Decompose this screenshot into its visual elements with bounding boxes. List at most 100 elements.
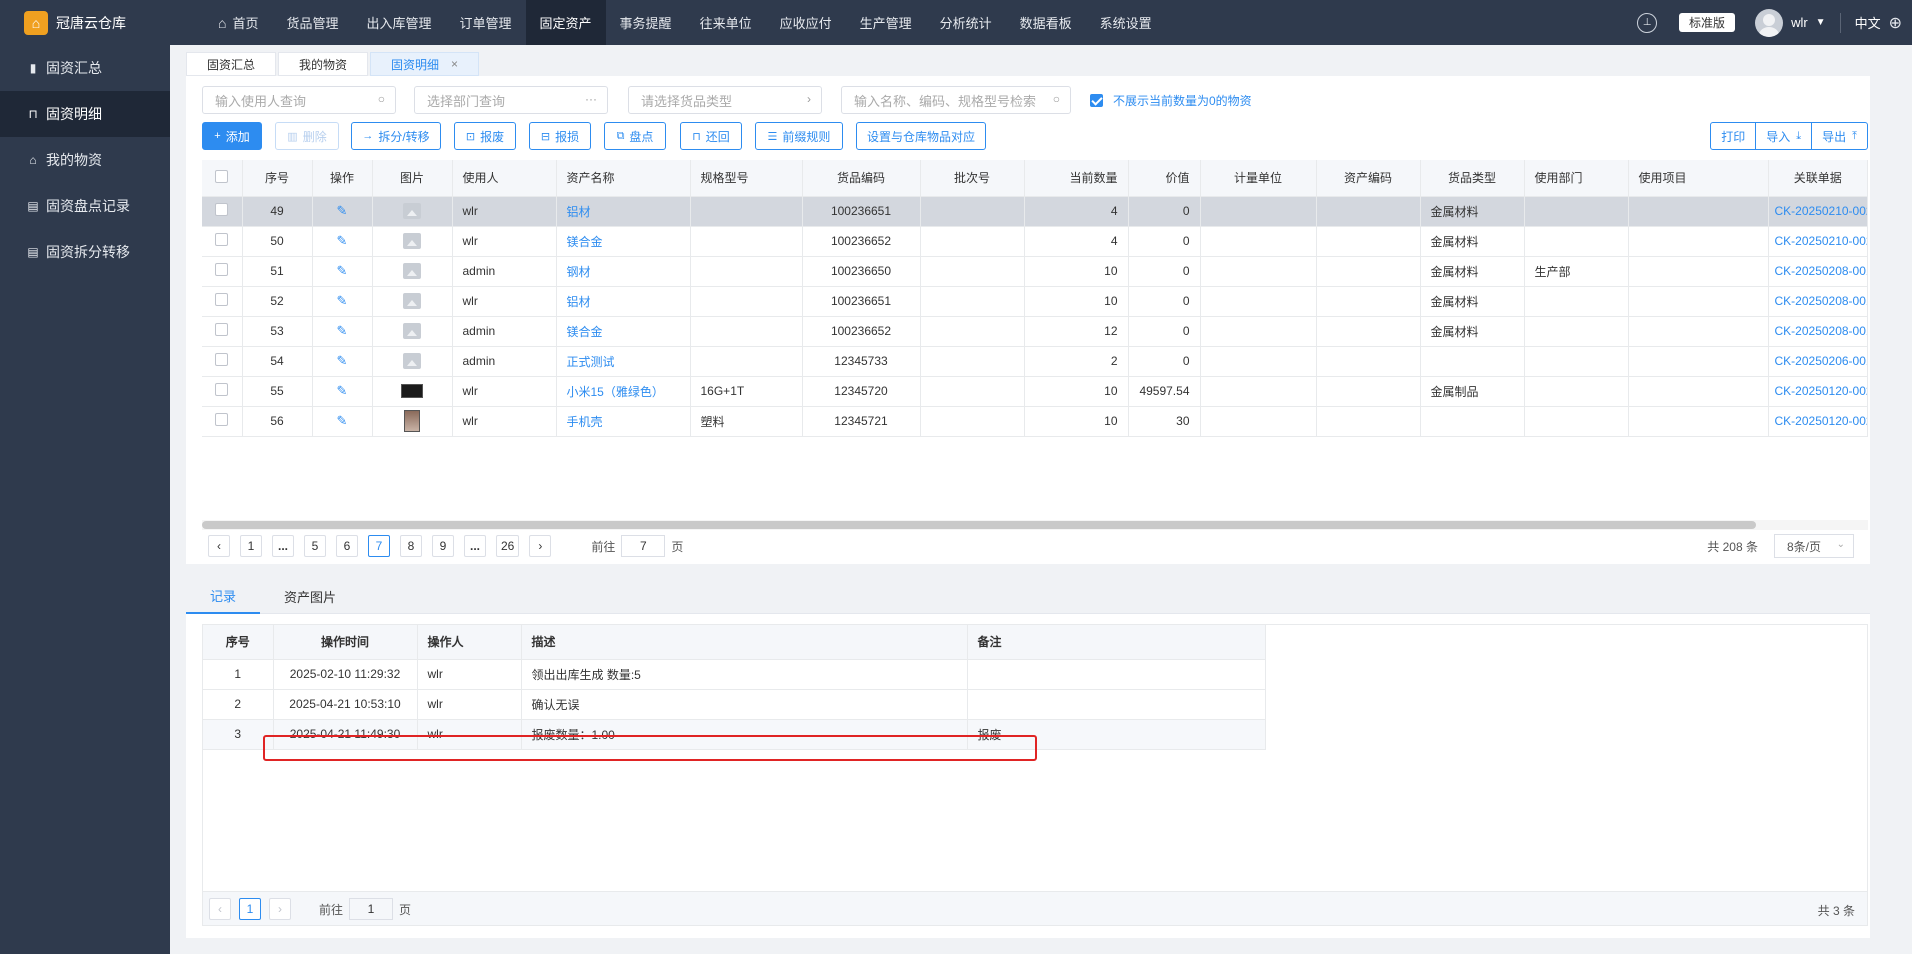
nav-item-production[interactable]: 生产管理 [846,0,926,45]
cell-doc[interactable]: CK-20250208-001 [1768,316,1868,347]
language-switch[interactable]: 中文 [1855,13,1881,32]
asset-image[interactable] [372,226,453,257]
keyword-search-input[interactable]: 输入名称、编码、规格型号检索 ○ [841,86,1071,114]
edit-icon[interactable]: ✎ [337,353,348,368]
column-header[interactable]: 关联单据 [1768,160,1868,197]
column-header[interactable]: 操作 [312,160,373,197]
cell-name[interactable]: 手机壳 [556,406,691,437]
export-button[interactable]: 导出 ⤒ [1812,123,1867,149]
horizontal-scrollbar[interactable] [202,520,1868,530]
table-row[interactable]: 55 ✎ wlr 小米15（雅绿色） 16G+1T 12345720 10 49597.54 金… [202,376,1868,407]
scrap-button[interactable]: ⊡ 报废 [454,122,516,150]
cell-name[interactable]: 正式测试 [556,346,691,377]
nav-item-dashboard[interactable]: 数据看板 [1006,0,1086,45]
asset-image[interactable] [372,346,453,377]
delete-button[interactable]: ▥ 删除 [275,122,339,150]
page-button[interactable]: 6 [336,535,358,557]
prev-page-button[interactable]: ‹ [209,898,231,920]
add-button[interactable]: + 添加 [202,122,262,150]
asset-image[interactable] [372,316,453,347]
globe-icon[interactable]: ⊕ [1889,13,1902,33]
row-checkbox[interactable] [215,323,229,336]
column-header[interactable]: 批次号 [920,160,1025,197]
cell-doc[interactable]: CK-20250208-001 [1768,256,1868,287]
nav-item-receivables[interactable]: 应收应付 [766,0,846,45]
tab-asset-summary[interactable]: 固资汇总 [186,52,277,76]
edit-icon[interactable]: ✎ [337,413,348,428]
sidebar-item-inventory-records[interactable]: ▤ 固资盘点记录 [0,183,170,229]
table-row[interactable]: 1 2025-02-10 11:29:32 wlr 领出出库生成 数量:5 [203,659,1266,690]
print-button[interactable]: 打印 [1711,123,1757,149]
cell-name[interactable]: 镁合金 [556,226,691,257]
username[interactable]: wlr [1791,15,1808,30]
split-transfer-button[interactable]: → 拆分/转移 [351,122,441,150]
close-icon[interactable]: × [451,57,458,71]
cell-doc[interactable]: CK-20250208-001 [1768,286,1868,317]
cell-name[interactable]: 钢材 [556,256,691,287]
goto-page-input[interactable]: 7 [621,535,666,557]
nav-item-home[interactable]: ⌂ 首页 [204,0,272,45]
tab-asset-detail[interactable]: 固资明细 × [370,52,480,76]
table-row[interactable]: 52 ✎ wlr 铝材 100236651 10 0 金属材料 CK-20250208-001 [202,286,1868,317]
edit-icon[interactable]: ✎ [337,383,348,398]
warehouse-mapping-button[interactable]: 设置与仓库物品对应 [856,122,986,150]
page-button[interactable]: 26 [496,535,520,557]
edit-icon[interactable]: ✎ [337,203,348,218]
return-button[interactable]: ⊓ 还回 [680,122,742,150]
table-row[interactable]: 3 2025-04-21 11:49:30 wlr 报废数量：1.00 报废 [203,719,1266,750]
nav-item-partners[interactable]: 往来单位 [686,0,766,45]
column-header[interactable]: 资产名称 [556,160,691,197]
column-header[interactable]: 价值 [1128,160,1201,197]
checkbox-checked[interactable] [1090,94,1103,107]
table-row[interactable]: 51 ✎ admin 钢材 100236650 10 0 金属材料 生产部 CK-20250208… [202,256,1868,287]
table-row[interactable]: 2 2025-04-21 10:53:10 wlr 确认无误 [203,689,1266,720]
nav-item-stock-io[interactable]: 出入库管理 [353,0,446,45]
goods-type-select[interactable]: 请选择货品类型 › [628,86,822,114]
help-circle-icon[interactable]: ⊥ [1637,12,1658,33]
edit-icon[interactable]: ✎ [337,263,348,278]
cell-name[interactable]: 铝材 [556,286,691,317]
goto-page-input[interactable]: 1 [349,898,394,920]
select-all-checkbox[interactable] [215,169,229,183]
table-row[interactable]: 54 ✎ admin 正式测试 12345733 2 0 CK-20250206-001 [202,346,1868,377]
page-button[interactable]: 1 [240,535,262,557]
sidebar-item-asset-summary[interactable]: ▮ 固资汇总 [0,45,170,91]
cell-doc[interactable]: CK-20250120-002 [1768,376,1868,407]
hide-zero-checkbox[interactable]: 不展示当前数量为0的物资 [1090,92,1252,109]
damage-button[interactable]: ⊟ 报损 [529,122,591,150]
asset-image[interactable] [372,406,453,437]
page-ellipsis[interactable]: ... [464,535,486,557]
cell-name[interactable]: 小米15（雅绿色） [556,376,691,407]
nav-item-reminders[interactable]: 事务提醒 [606,0,686,45]
nav-item-orders[interactable]: 订单管理 [446,0,526,45]
edit-icon[interactable]: ✎ [337,293,348,308]
table-row[interactable]: 53 ✎ admin 镁合金 100236652 12 0 金属材料 CK-20250208-0… [202,316,1868,347]
nav-item-settings[interactable]: 系统设置 [1086,0,1166,45]
asset-image[interactable] [372,376,453,407]
nav-item-goods[interactable]: 货品管理 [272,0,352,45]
scrollbar-thumb[interactable] [202,521,1756,529]
asset-image[interactable] [372,286,453,317]
edit-icon[interactable]: ✎ [337,233,348,248]
asset-image[interactable] [372,256,453,287]
avatar[interactable] [1755,8,1784,37]
prefix-rule-button[interactable]: ☰ 前缀规则 [755,122,843,150]
cell-doc[interactable]: CK-20250206-001 [1768,346,1868,377]
cell-name[interactable]: 镁合金 [556,316,691,347]
column-header[interactable]: 使用项目 [1628,160,1769,197]
tab-records[interactable]: 记录 [186,578,261,614]
nav-item-fixed-assets[interactable]: 固定资产 [525,0,606,45]
user-search-input[interactable]: 输入使用人查询 ○ [202,86,396,114]
table-row[interactable]: 56 ✎ wlr 手机壳 塑料 12345721 10 30 CK-20250120-002 [202,406,1868,437]
page-button[interactable]: 8 [400,535,422,557]
cell-doc[interactable]: CK-20250210-002 [1768,196,1868,227]
column-header[interactable]: 货品类型 [1420,160,1525,197]
row-checkbox[interactable] [215,293,229,306]
row-checkbox[interactable] [215,383,229,396]
sidebar-item-split-transfer[interactable]: ▤ 固资拆分转移 [0,229,170,275]
caret-down-icon[interactable]: ▼ [1816,17,1826,28]
column-header[interactable]: 序号 [242,160,313,197]
sidebar-item-my-materials[interactable]: ⌂ 我的物资 [0,137,170,183]
nav-item-analytics[interactable]: 分析统计 [926,0,1006,45]
sidebar-item-asset-detail[interactable]: ⊓ 固资明细 [0,91,170,137]
